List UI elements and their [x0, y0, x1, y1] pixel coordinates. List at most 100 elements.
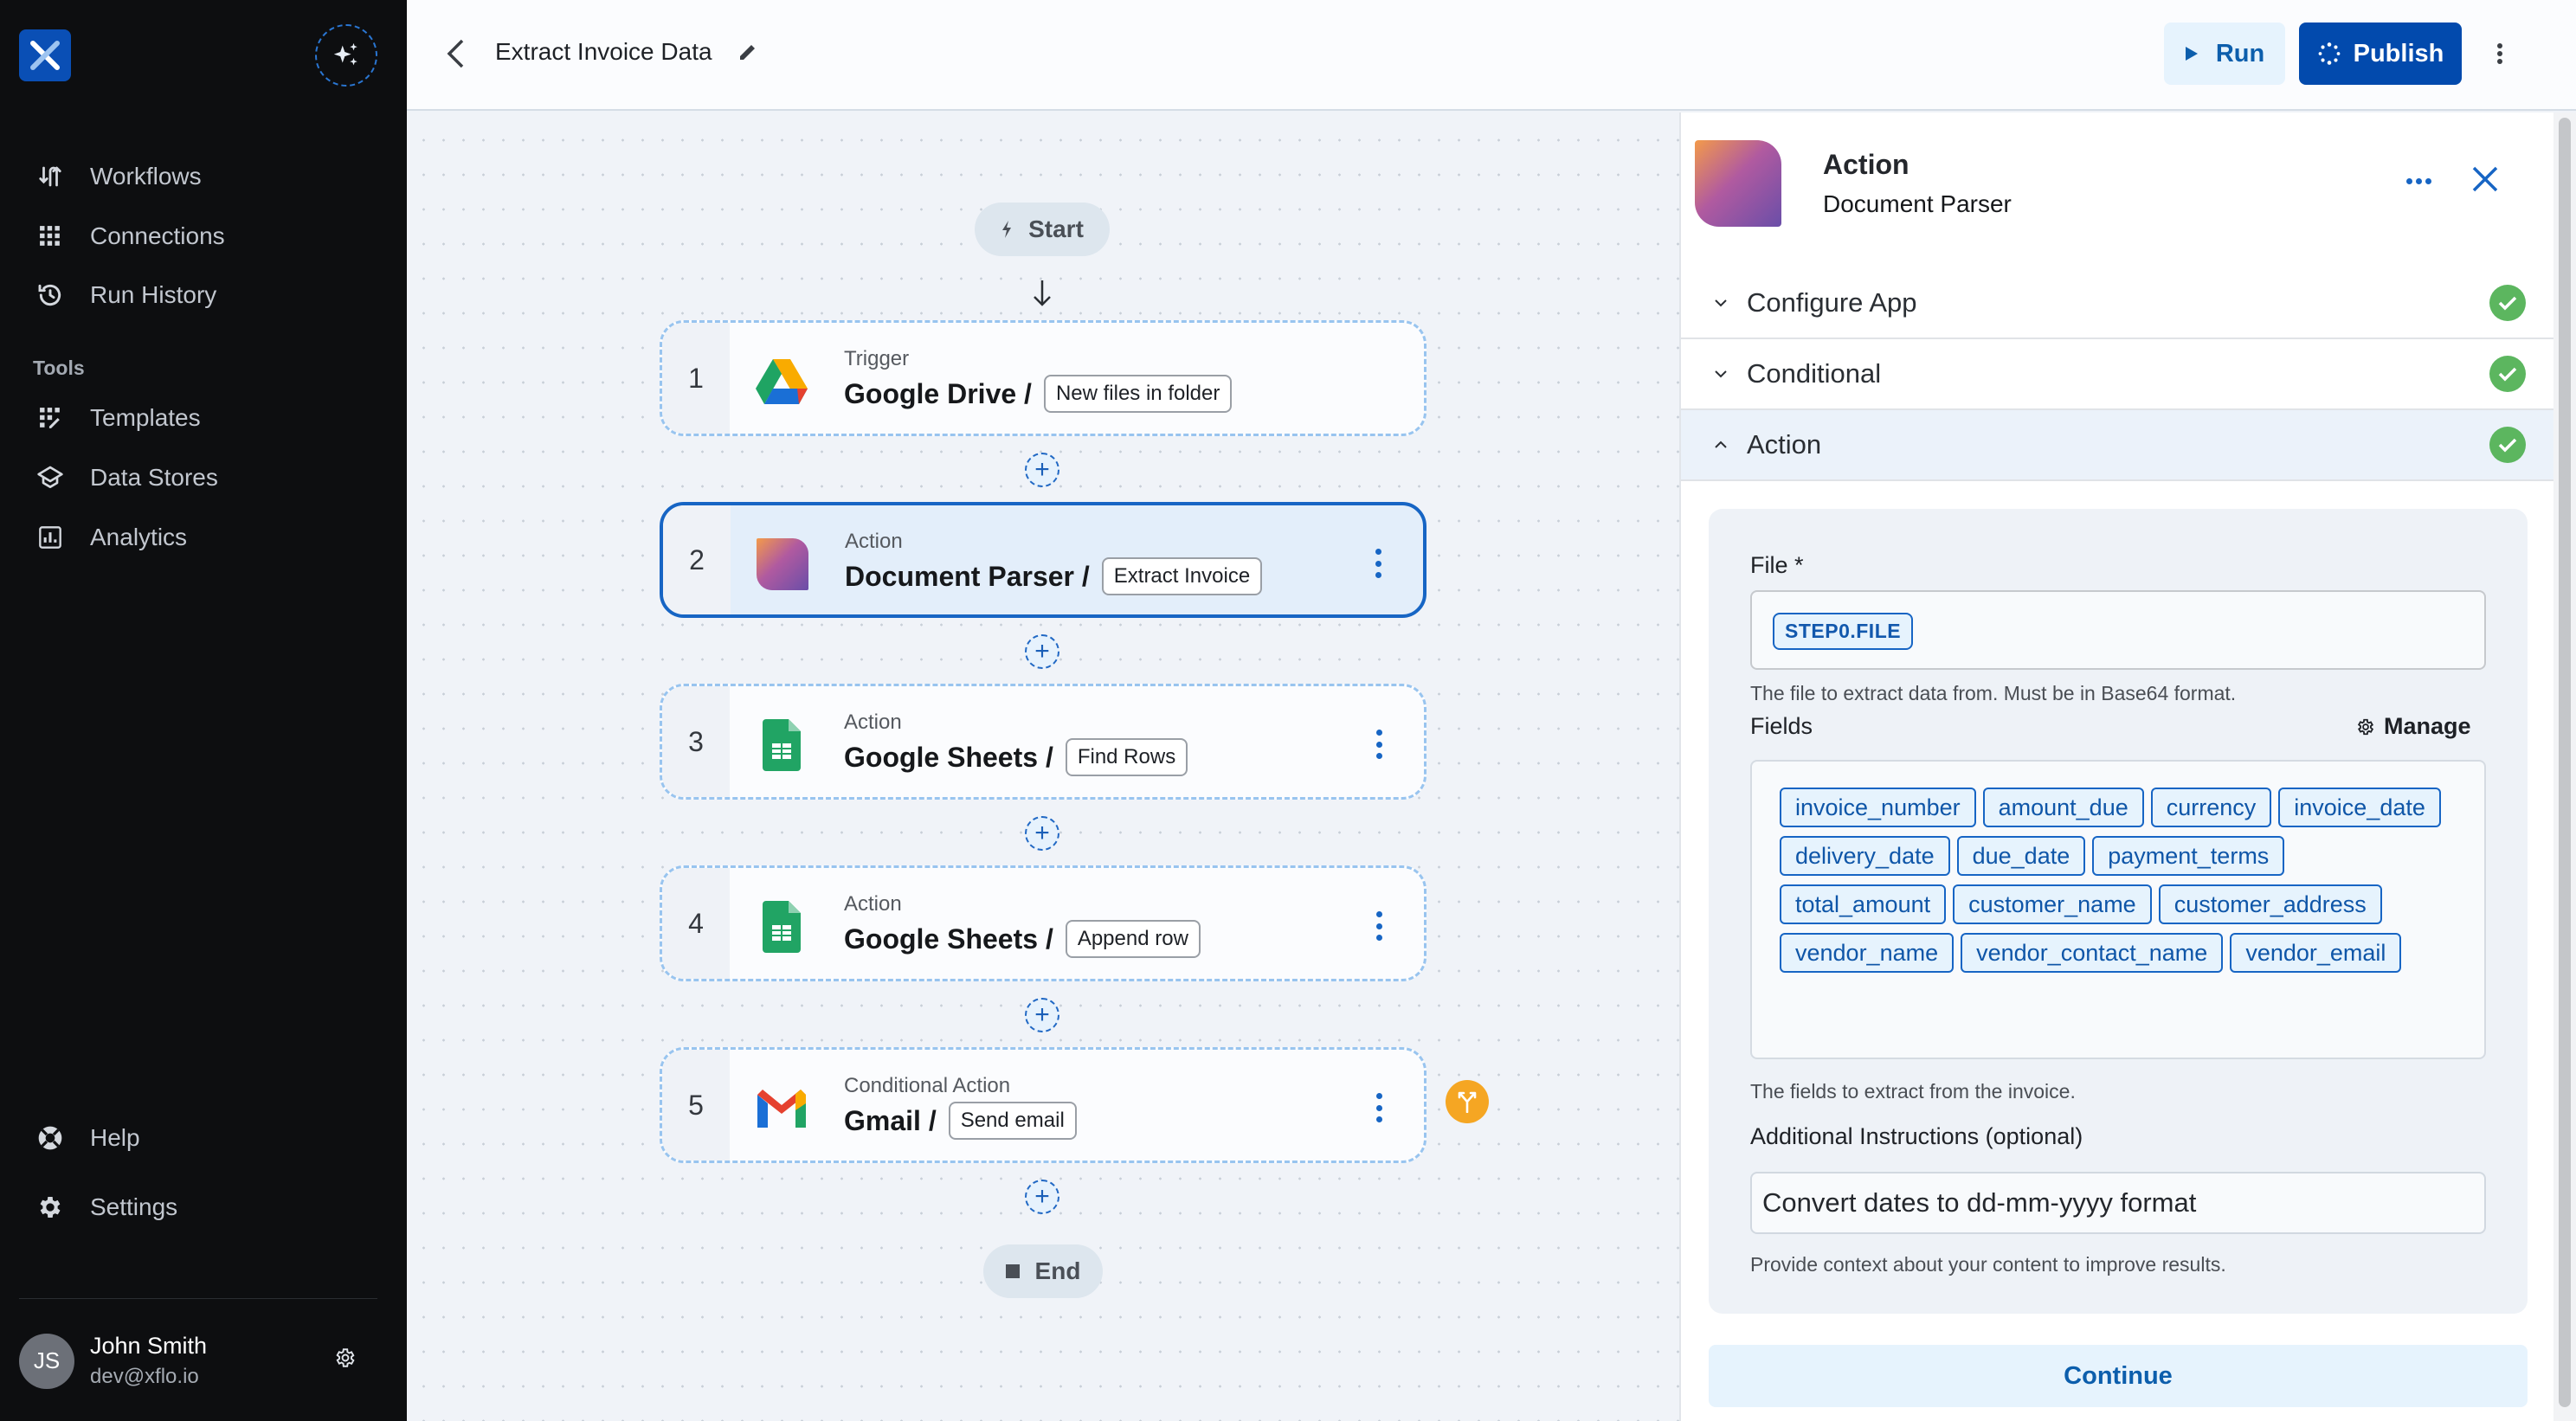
fields-chip-list[interactable]: invoice_number amount_due currency invoice_…: [1750, 760, 2486, 1059]
sidebar-item-connections[interactable]: Connections: [35, 215, 225, 258]
chevron-down-icon: [1712, 370, 1729, 378]
step-menu-kebab-icon[interactable]: [1371, 549, 1385, 578]
step-type: Action: [844, 710, 902, 734]
plus-icon: +: [1034, 1182, 1050, 1211]
run-button[interactable]: Run: [2164, 23, 2285, 85]
file-input[interactable]: STEP0.FILE: [1750, 590, 2486, 670]
field-chip[interactable]: amount_due: [1982, 788, 2144, 827]
sidebar-item-label: Templates: [90, 404, 201, 431]
step-operation-tag: New files in folder: [1043, 375, 1233, 413]
publish-button-label: Publish: [2353, 39, 2444, 68]
field-chip[interactable]: customer_address: [2158, 884, 2382, 924]
step-menu-kebab-icon[interactable]: [1372, 730, 1386, 759]
add-step-button[interactable]: +: [1025, 634, 1059, 669]
conditional-branch-icon[interactable]: [1446, 1080, 1489, 1123]
step-menu-kebab-icon[interactable]: [1372, 911, 1386, 941]
step-operation-tag: Find Rows: [1065, 738, 1188, 776]
field-chip[interactable]: invoice_number: [1780, 788, 1976, 827]
close-panel-button[interactable]: [2470, 164, 2500, 198]
back-button[interactable]: [438, 35, 473, 73]
check-complete-icon: [2489, 356, 2526, 392]
sidebar-item-data-stores[interactable]: Data Stores: [35, 456, 218, 499]
field-chip[interactable]: due_date: [1956, 836, 2086, 876]
arrow-down-icon: [1032, 279, 1053, 312]
sidebar-item-label: Workflows: [90, 163, 202, 190]
step-app-name: Google Drive /: [844, 377, 1032, 409]
instructions-input[interactable]: [1750, 1172, 2486, 1234]
panel-more-options-icon[interactable]: [2406, 178, 2431, 184]
end-node[interactable]: End: [983, 1244, 1103, 1298]
plus-icon: +: [1034, 1000, 1050, 1029]
workflow-step-5[interactable]: 5 Conditional Action Gmail / Send email: [660, 1047, 1426, 1163]
google-drive-icon: [756, 356, 808, 408]
field-chip[interactable]: delivery_date: [1780, 836, 1950, 876]
sidebar-item-workflows[interactable]: Workflows: [35, 155, 202, 198]
section-action[interactable]: Action: [1681, 410, 2555, 481]
instructions-label: Additional Instructions (optional): [1750, 1123, 2083, 1149]
workflow-step-2[interactable]: 2 Action Document Parser / Extract Invoi…: [660, 502, 1426, 618]
field-chip[interactable]: vendor_email: [2230, 933, 2402, 973]
document-parser-icon: [757, 538, 808, 590]
manage-fields-button[interactable]: Manage: [2356, 713, 2471, 740]
more-options-kebab-icon[interactable]: [2491, 38, 2508, 69]
user-email: dev@xflo.io: [90, 1365, 199, 1388]
step-menu-kebab-icon[interactable]: [1372, 1093, 1386, 1122]
step-type: Conditional Action: [844, 1074, 1011, 1097]
section-configure-app[interactable]: Configure App: [1681, 268, 2555, 339]
templates-icon: [35, 402, 66, 434]
workflow-step-1[interactable]: 1 Trigger Google Drive / New files in fo…: [660, 320, 1426, 436]
field-chip[interactable]: total_amount: [1780, 884, 1947, 924]
section-label: Configure App: [1747, 287, 1917, 318]
stop-square-icon: [1005, 1264, 1020, 1278]
add-step-button[interactable]: +: [1025, 816, 1059, 851]
workflow-step-4[interactable]: 4 Action Google Sheets / Append row: [660, 865, 1426, 981]
check-complete-icon: [2489, 285, 2526, 321]
fields-help-text: The fields to extract from the invoice.: [1750, 1080, 2076, 1103]
sidebar-item-help[interactable]: Help: [35, 1116, 140, 1160]
sidebar-item-label: Help: [90, 1124, 140, 1151]
file-variable-chip[interactable]: STEP0.FILE: [1773, 613, 1914, 650]
scrollbar-thumb[interactable]: [2559, 118, 2571, 1407]
publish-spinner-icon: [2318, 42, 2340, 65]
manage-label: Manage: [2384, 713, 2471, 739]
step-number: 1: [662, 323, 730, 434]
step-type: Action: [844, 892, 902, 916]
ai-assistant-button[interactable]: [315, 24, 377, 87]
analytics-icon: [35, 522, 66, 553]
panel-scrollbar[interactable]: [2553, 113, 2576, 1421]
workflow-step-3[interactable]: 3 Action Google Sheets / Find Rows: [660, 684, 1426, 800]
workflow-canvas[interactable]: Start 1 Trigger Google Drive / New files…: [407, 113, 1679, 1421]
chevron-left-icon: [447, 39, 464, 68]
continue-button[interactable]: Continue: [1709, 1345, 2528, 1407]
plus-icon: +: [1034, 637, 1050, 665]
sidebar-item-templates[interactable]: Templates: [35, 396, 201, 440]
sidebar-item-run-history[interactable]: Run History: [35, 273, 216, 317]
field-chip[interactable]: payment_terms: [2092, 836, 2285, 876]
end-label: End: [1034, 1257, 1081, 1284]
edit-title-pencil-icon[interactable]: [737, 42, 758, 67]
section-conditional[interactable]: Conditional: [1681, 339, 2555, 410]
sidebar-item-analytics[interactable]: Analytics: [35, 516, 187, 559]
field-chip[interactable]: currency: [2150, 788, 2272, 827]
workflow-title: Extract Invoice Data: [495, 38, 712, 65]
instructions-help-text: Provide context about your content to im…: [1750, 1253, 2226, 1276]
step-config-panel: Action Document Parser Configure App Con…: [1679, 113, 2555, 1421]
user-settings-gear-icon[interactable]: [334, 1347, 357, 1373]
app-logo[interactable]: [19, 29, 71, 81]
field-chip[interactable]: vendor_contact_name: [1961, 933, 2224, 973]
publish-button[interactable]: Publish: [2299, 23, 2462, 85]
field-chip[interactable]: vendor_name: [1780, 933, 1955, 973]
user-profile[interactable]: JS John Smith dev@xflo.io: [19, 1333, 207, 1389]
add-step-button[interactable]: +: [1025, 998, 1059, 1032]
top-header: Extract Invoice Data Run Publish: [407, 0, 2576, 111]
field-chip[interactable]: invoice_date: [2278, 788, 2441, 827]
add-step-button[interactable]: +: [1025, 1180, 1059, 1214]
gear-icon: [2357, 718, 2374, 735]
start-node[interactable]: Start: [975, 203, 1110, 256]
add-step-button[interactable]: +: [1025, 453, 1059, 487]
field-chip[interactable]: customer_name: [1953, 884, 2152, 924]
sidebar-item-settings[interactable]: Settings: [35, 1186, 177, 1229]
tools-heading: Tools: [33, 357, 85, 379]
step-operation-tag: Extract Invoice: [1101, 557, 1263, 595]
file-help-text: The file to extract data from. Must be i…: [1750, 682, 2237, 704]
